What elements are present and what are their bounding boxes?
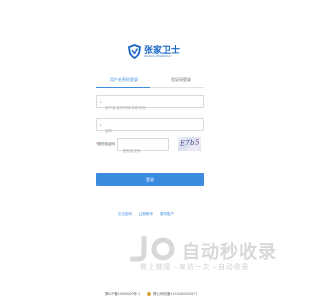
captcha-row: *图形验证码 E7b5 [96, 137, 204, 157]
tab-code-login[interactable]: 验证码登录 [171, 77, 191, 83]
shield-icon [128, 44, 141, 59]
required-mark: * [100, 123, 102, 128]
captcha-label: *图形验证码 [96, 142, 115, 147]
password-field: * [96, 118, 204, 137]
captcha-image-text: E7b5 [179, 138, 200, 148]
account-links: 忘记密码 注册账号 更改账户 [118, 212, 180, 217]
username-field: * [96, 95, 204, 114]
icp-record[interactable]: 豫ICP备19005000号-1 [105, 292, 140, 296]
police-record[interactable]: 豫公网安备41011602000177 [153, 292, 198, 296]
watermark-text: 自动秒收录 [182, 242, 277, 263]
forgot-password-link[interactable]: 忘记密码 [118, 212, 132, 216]
required-mark: * [100, 100, 102, 105]
police-badge-icon [147, 292, 151, 297]
captcha-image[interactable]: E7b5 [178, 137, 201, 151]
captcha-input[interactable] [118, 145, 168, 157]
watermark: 自动秒收录 做上链接→来访一次→自动收录 [130, 236, 280, 276]
watermark-logo-icon [130, 236, 175, 262]
username-input[interactable] [97, 102, 203, 114]
tab-password-login[interactable]: 用户名密码登录 [110, 77, 138, 83]
change-account-link[interactable]: 更改账户 [160, 212, 174, 216]
password-input[interactable] [97, 125, 203, 137]
login-tabs: 用户名密码登录 验证码登录 [96, 77, 204, 88]
captcha-label-text: 图形验证码 [97, 142, 115, 146]
brand-logo: 张家卫士 ZHANGJIAWEISHI [128, 43, 180, 63]
captcha-field [117, 138, 169, 157]
footer: 豫ICP备19005000号-1 豫公网安备41011602000177 [105, 292, 197, 297]
active-tab-indicator [96, 87, 150, 88]
brand-subtitle: ZHANGJIAWEISHI [144, 54, 171, 58]
login-button[interactable]: 登录 [96, 173, 204, 186]
watermark-subtext: 做上链接→来访一次→自动收录 [140, 264, 250, 271]
register-link[interactable]: 注册账号 [139, 212, 153, 216]
